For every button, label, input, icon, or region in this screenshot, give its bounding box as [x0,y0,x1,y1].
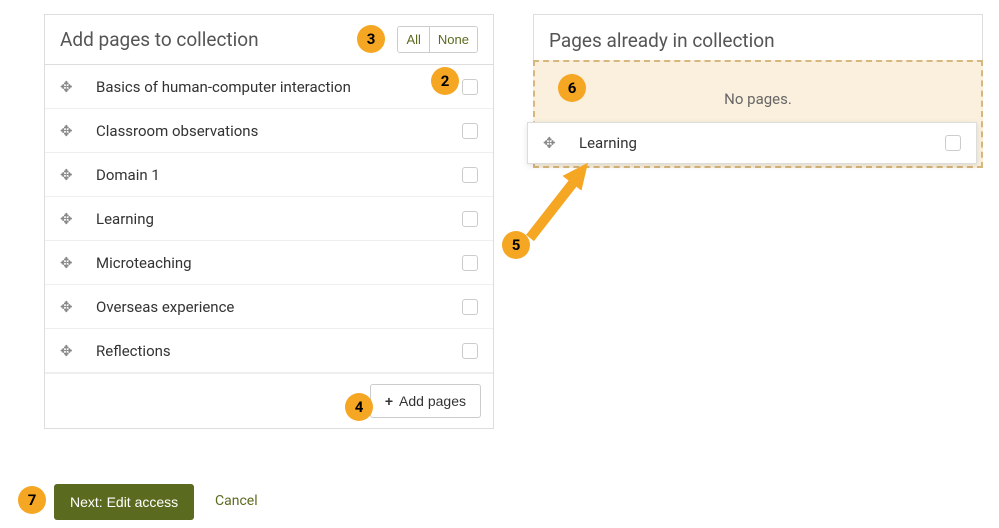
move-icon[interactable]: ✥ [60,78,84,96]
callout-7: 7 [18,486,46,514]
page-label: Microteaching [84,254,462,272]
page-checkbox[interactable] [462,255,478,271]
move-icon[interactable]: ✥ [60,254,84,272]
page-checkbox[interactable] [462,299,478,315]
page-checkbox[interactable] [462,211,478,227]
list-item: ✥ Learning [45,197,493,241]
dragged-item[interactable]: ✥ Learning [527,122,977,164]
collection-title: Pages already in collection [549,29,775,52]
page-checkbox[interactable] [462,79,478,95]
add-pages-title: Add pages to collection [60,28,259,51]
list-item: ✥ Domain 1 [45,153,493,197]
callout-3: 3 [357,25,385,53]
select-none-button[interactable]: None [429,27,477,52]
add-pages-button[interactable]: + Add pages [370,384,481,418]
empty-text: No pages. [535,90,981,108]
page-label: Overseas experience [84,298,462,316]
add-pages-label: Add pages [399,393,466,409]
select-buttons: All None [397,26,478,53]
move-icon[interactable]: ✥ [60,210,84,228]
list-item: ✥ Overseas experience [45,285,493,329]
collection-header: Pages already in collection [534,15,982,65]
callout-6: 6 [558,74,586,102]
move-icon[interactable]: ✥ [60,342,84,360]
page-label: Basics of human-computer interaction [84,78,462,96]
list-item: ✥ Reflections [45,329,493,373]
collection-panel: Pages already in collection [533,14,983,65]
next-edit-access-button[interactable]: Next: Edit access [54,484,194,520]
callout-5: 5 [502,231,530,259]
add-pages-panel: Add pages to collection All None ✥ Basic… [44,14,494,429]
move-icon[interactable]: ✥ [60,298,84,316]
list-item: ✥ Basics of human-computer interaction [45,65,493,109]
page-label: Learning [84,210,462,228]
cancel-link[interactable]: Cancel [215,493,258,509]
page-checkbox[interactable] [945,135,961,151]
move-icon[interactable]: ✥ [60,166,84,184]
page-checkbox[interactable] [462,343,478,359]
page-label: Domain 1 [84,166,462,184]
select-all-button[interactable]: All [398,27,428,52]
callout-2: 2 [431,67,459,95]
page-checkbox[interactable] [462,123,478,139]
page-label: Reflections [84,342,462,360]
dragged-label: Learning [567,134,945,152]
move-icon[interactable]: ✥ [543,134,567,152]
add-pages-header: Add pages to collection All None [45,15,493,65]
page-checkbox[interactable] [462,167,478,183]
page-label: Classroom observations [84,122,462,140]
list-item: ✥ Classroom observations [45,109,493,153]
plus-icon: + [385,393,393,409]
move-icon[interactable]: ✥ [60,122,84,140]
list-item: ✥ Microteaching [45,241,493,285]
callout-4: 4 [345,393,373,421]
add-pages-footer: + Add pages [45,373,493,428]
